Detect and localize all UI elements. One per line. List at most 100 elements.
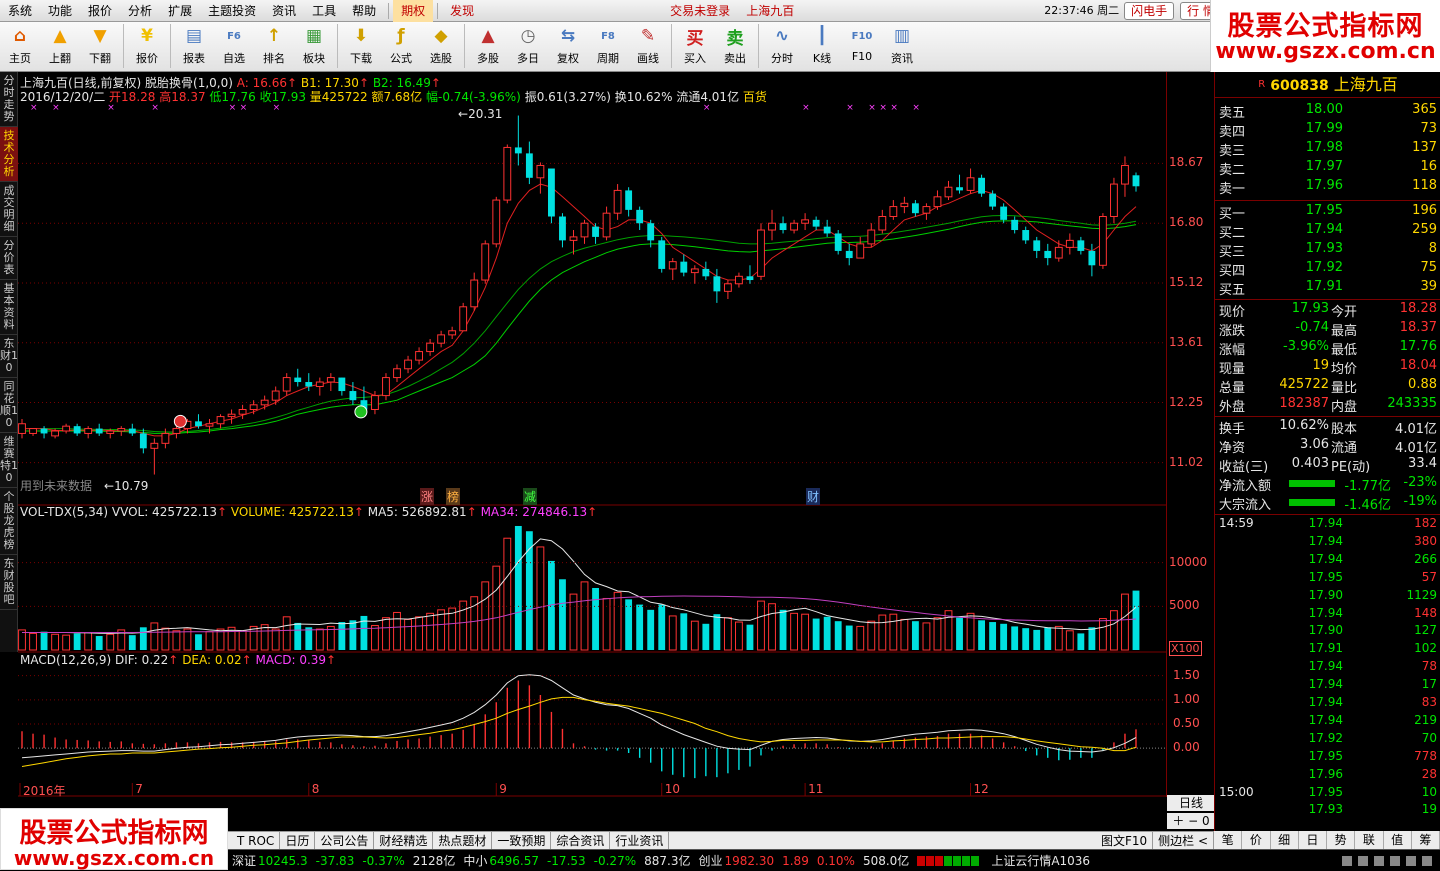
left-tab-4[interactable]: 基本资料 [0, 280, 18, 335]
kline-date: 2016/12/20/二 [20, 90, 106, 104]
quote-tab[interactable]: 笔 [1214, 831, 1243, 849]
status-square-icon[interactable] [1358, 855, 1368, 866]
volume-bar [1044, 627, 1052, 650]
period-label[interactable]: 日线 [1167, 795, 1215, 811]
toolbar-buy-button[interactable]: 买买入 [675, 24, 715, 70]
status-square-icon[interactable] [1342, 855, 1352, 866]
tick-volume: 266 [1414, 551, 1437, 566]
bottom-tab[interactable]: 日历 [280, 831, 316, 850]
toolbar-f8-button[interactable]: F8 周期 [588, 24, 628, 70]
toolbar-quote-button[interactable]: ¥ 报价 [127, 24, 167, 70]
menu-item[interactable]: 分析 [120, 0, 160, 22]
menu-discover[interactable]: 发现 [442, 0, 482, 22]
menu-item[interactable]: 系统 [0, 0, 40, 22]
toolbar-arrow-up-button[interactable]: ▲ 上翻 [40, 24, 80, 70]
kline-sector[interactable]: 百货 [743, 90, 767, 104]
cy-index-label[interactable]: 创业 [698, 852, 722, 869]
menu-item[interactable]: 主题投资 [200, 0, 264, 22]
sz-index-label[interactable]: 深证 [232, 852, 256, 869]
bid-label: 买四 [1219, 264, 1246, 279]
badge-cai[interactable]: 财 [806, 488, 821, 505]
sidebar-toggle[interactable]: 侧边栏 < [1153, 831, 1214, 850]
left-tab-8[interactable]: 个股龙虎榜 [0, 488, 18, 555]
stat-label: 总量 [1219, 381, 1246, 396]
bottom-tab[interactable]: 行业资讯 [610, 831, 670, 850]
toolbar-label: 选股 [430, 52, 452, 65]
left-tab-5[interactable]: 东财10 [0, 335, 18, 378]
toolbar-stock-pick-button[interactable]: ◆ 选股 [421, 24, 461, 70]
menu-item[interactable]: 工具 [304, 0, 344, 22]
toolbar-multi-stock-button[interactable]: ▲ 多股 [468, 24, 508, 70]
toolbar-sell-button[interactable]: 卖卖出 [715, 24, 755, 70]
candle-body [18, 423, 26, 434]
toolbar-label: 周期 [597, 52, 619, 65]
badge-zhang[interactable]: 涨 [420, 488, 435, 505]
menu-options[interactable]: 期权 [393, 0, 434, 22]
toolbar-kline-button[interactable]: ┃ K线 [802, 24, 842, 70]
kline-chart-area[interactable]: × × × × × × × × × × × × × × 上海九百(日线,前复权) 脱胎换骨(1,0,0) … [18, 72, 1166, 798]
bottom-tab[interactable]: 一致预期 [492, 831, 552, 850]
candle-body [315, 381, 324, 388]
status-square-icon[interactable] [1406, 855, 1416, 866]
left-tab-1[interactable]: 技术分析 [0, 127, 18, 182]
status-square-icon[interactable] [1422, 855, 1432, 866]
left-tab-0[interactable]: 分时走势 [0, 72, 18, 127]
status-square-icon[interactable] [1390, 855, 1400, 866]
toolbar-news-button[interactable]: ▥ 资讯 [882, 24, 922, 70]
quote-header: R 600838 上海九百 [1215, 72, 1440, 98]
left-tab-9[interactable]: 东财股吧 [0, 555, 18, 610]
menu-item[interactable]: 资讯 [264, 0, 304, 22]
toolbar-clock-button[interactable]: ◷ 多日 [508, 24, 548, 70]
bottom-tab[interactable]: 财经精选 [374, 831, 434, 850]
zx-index-label[interactable]: 中小 [463, 852, 487, 869]
flash-trade-button[interactable]: 闪电手 [1124, 1, 1175, 20]
bottom-tab[interactable]: 公司公告 [315, 831, 375, 850]
stat-value: 18.04 [1399, 358, 1437, 373]
toolbar-report-button[interactable]: ▤ 报表 [174, 24, 214, 70]
tick-volume: 127 [1414, 623, 1437, 638]
quote-tab[interactable]: 价 [1242, 831, 1271, 849]
toolbar-arrow-down-button[interactable]: ▼ 下翻 [80, 24, 120, 70]
toolbar-sector-button[interactable]: ▦ 板块 [294, 24, 334, 70]
toolbar-f6-button[interactable]: F6 自选 [214, 24, 254, 70]
toolbar-ranking-button[interactable]: ↑ 排名 [254, 24, 294, 70]
toolbar-draw-line-button[interactable]: ✎ 画线 [628, 24, 668, 70]
badge-jian[interactable]: 减 [523, 488, 538, 505]
toolbar-f10-button[interactable]: F10 F10 [842, 24, 882, 70]
quote-tab[interactable]: 日 [1299, 831, 1327, 849]
left-tab-3[interactable]: 分价表 [0, 237, 18, 280]
zoom-controls[interactable]: ＋ − 0 [1167, 813, 1215, 829]
toolbar-adjust-button[interactable]: ⇆ 复权 [548, 24, 588, 70]
quote-tab[interactable]: 值 [1384, 831, 1412, 849]
volume-bar [1022, 628, 1030, 650]
quote-tab[interactable]: 势 [1327, 831, 1356, 849]
left-tab-7[interactable]: 维赛特10 [0, 433, 18, 488]
badge-bang[interactable]: 榜 [446, 488, 461, 505]
tick-volume: 10 [1421, 784, 1437, 799]
f10-tab[interactable]: 图文F10 [1096, 831, 1154, 850]
bottom-tab[interactable]: 综合资讯 [551, 831, 611, 850]
server-name[interactable]: 上证云行情A1036 [991, 852, 1090, 869]
volume-bar [823, 616, 831, 650]
menu-item[interactable]: 报价 [80, 0, 120, 22]
bottom-tab[interactable]: T ROC [232, 831, 281, 850]
quote-tab[interactable]: 细 [1271, 831, 1299, 849]
toolbar-download-button[interactable]: ⬇ 下载 [341, 24, 381, 70]
toolbar-intraday-button[interactable]: ∿ 分时 [762, 24, 802, 70]
left-tab-2[interactable]: 成交明细 [0, 182, 18, 237]
menu-item[interactable]: 帮助 [344, 0, 384, 22]
quote-tab[interactable]: 筹 [1412, 831, 1440, 849]
login-status[interactable]: 交易未登录 [662, 0, 738, 22]
watermark-logo: 股票公式指标网 www.gszx.com.cn [0, 808, 228, 870]
adjust-icon: ⇆ [560, 26, 576, 46]
quote-tab[interactable]: 联 [1355, 831, 1384, 849]
bottom-tab[interactable]: 热点题材 [433, 831, 493, 850]
menu-item[interactable]: 扩展 [160, 0, 200, 22]
menu-item[interactable]: 功能 [40, 0, 80, 22]
candle-body [1132, 175, 1140, 187]
toolbar-home-button[interactable]: ⌂ 主页 [0, 24, 40, 70]
left-tab-6[interactable]: 同花顺10 [0, 378, 18, 433]
status-square-icon[interactable] [1374, 855, 1384, 866]
toolbar-formula-button[interactable]: ƒ 公式 [381, 24, 421, 70]
chart-canvas[interactable]: × × × × × × × × × × × × × × [18, 72, 1166, 797]
